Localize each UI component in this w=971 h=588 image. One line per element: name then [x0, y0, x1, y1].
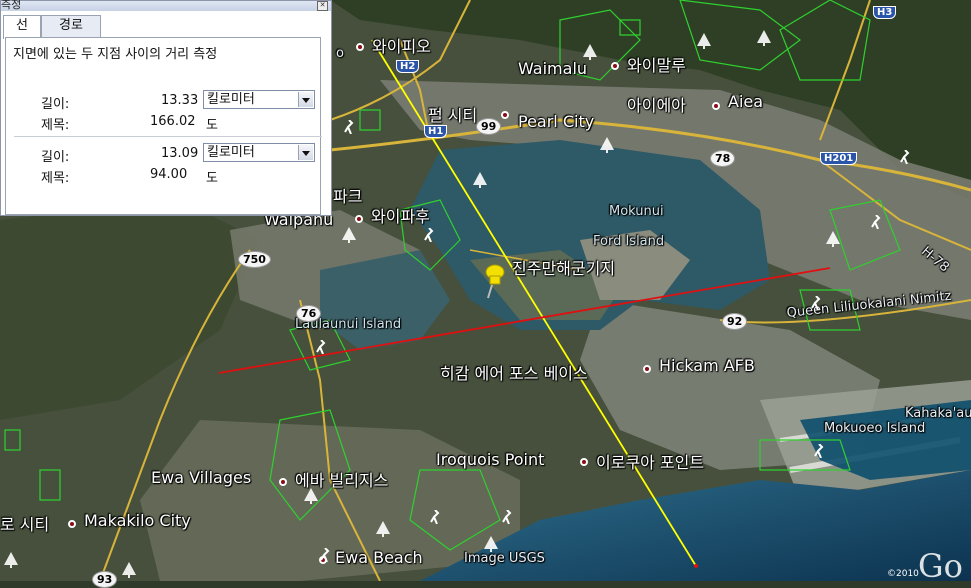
place-label-hickam-en: Hickam AFB	[659, 356, 755, 375]
place-marker[interactable]	[611, 62, 619, 70]
place-label-aiea-ko: 아이에아	[627, 96, 686, 115]
close-icon[interactable]: ✕	[317, 1, 328, 11]
hiker-icon[interactable]	[871, 215, 881, 229]
place-label-pearl-harbor-base: 진주만해군기지	[512, 259, 616, 278]
place-marker[interactable]	[643, 365, 651, 373]
place-label-ewa-beach: Ewa Beach	[335, 548, 423, 567]
place-label-pearl-city-ko: 펄 시티	[428, 106, 478, 125]
unit-select-value: 킬로미터	[207, 92, 255, 107]
tab-content: 지면에 있는 두 지점 사이의 거리 측정 길이: 13.33 킬로미터 제목:…	[5, 37, 322, 215]
divider	[14, 136, 322, 137]
hiker-icon[interactable]	[344, 120, 354, 134]
park-tree-icon[interactable]	[583, 44, 597, 60]
panel-titlebar[interactable]: 측정 ✕	[1, 0, 331, 11]
place-label-kahakaau: Kahaka'au	[905, 406, 971, 421]
hiker-icon[interactable]	[430, 510, 440, 524]
place-label-ewa-villages-en: Ewa Villages	[151, 468, 252, 487]
road-shield-h3: H3	[873, 6, 897, 19]
place-marker[interactable]	[68, 520, 76, 528]
heading-unit: 도	[206, 118, 218, 133]
place-label-city-ko: 로 시티	[0, 515, 50, 534]
place-marker[interactable]	[356, 43, 364, 51]
place-label-hickam-ko: 히캄 에어 포스 베이스	[440, 364, 588, 383]
length-label: 길이:	[41, 97, 70, 112]
length-label: 길이:	[41, 150, 70, 165]
heading-value: 94.00	[150, 167, 188, 182]
heading-value: 166.02	[150, 114, 196, 129]
description-text: 지면에 있는 두 지점 사이의 거리 측정	[13, 47, 218, 62]
unit-select[interactable]: 킬로미터	[203, 143, 315, 162]
place-marker[interactable]	[501, 111, 509, 119]
place-marker[interactable]	[279, 478, 287, 486]
hiker-icon[interactable]	[316, 340, 326, 354]
hiker-icon[interactable]	[320, 548, 330, 562]
heading-unit: 도	[206, 171, 218, 186]
chevron-down-icon[interactable]	[298, 145, 313, 160]
place-label-waipio: 와이피오	[372, 37, 431, 56]
park-tree-icon[interactable]	[600, 137, 614, 153]
unit-select-value: 킬로미터	[207, 145, 255, 160]
park-tree-icon[interactable]	[304, 488, 318, 504]
park-tree-icon[interactable]	[757, 30, 771, 46]
place-label-waimalu-en: Waimalu	[518, 59, 588, 78]
place-label-pearl-city-en: Pearl City	[518, 112, 595, 131]
google-logo: Go	[918, 547, 963, 585]
park-tree-icon[interactable]	[697, 33, 711, 49]
place-label-o: o	[336, 46, 344, 61]
park-tree-icon[interactable]	[376, 521, 390, 537]
place-label-ford-island: Ford Island	[593, 234, 665, 249]
panel-title: 측정	[1, 0, 22, 11]
heading-label: 제목:	[41, 118, 70, 133]
tab-path[interactable]: 경로	[41, 15, 101, 37]
place-label-waimalu-ko: 와이말루	[627, 56, 686, 75]
place-label-park: 파크	[333, 187, 363, 206]
place-label-makakilo-city: Makakilo City	[84, 511, 191, 530]
park-tree-icon[interactable]	[826, 231, 840, 247]
hiker-icon[interactable]	[424, 228, 434, 242]
route-marker-93: 93	[92, 571, 118, 588]
place-label-mokunui: Mokunui	[609, 204, 664, 219]
imagery-credit: Image USGS	[464, 551, 545, 566]
place-label-aiea-en: Aiea	[728, 92, 764, 111]
ruler-panel: 측정 ✕ 선 경로 지면에 있는 두 지점 사이의 거리 측정 길이: 13.3…	[0, 0, 332, 216]
place-marker[interactable]	[580, 458, 588, 466]
road-shield-h1: H1	[424, 125, 448, 138]
copyright-text: ©2010	[887, 569, 919, 579]
place-label-iroquois-en: Iroquois Point	[436, 450, 545, 469]
route-marker-750: 750	[238, 251, 271, 268]
hiker-icon[interactable]	[811, 296, 821, 310]
park-tree-icon[interactable]	[342, 227, 356, 243]
park-tree-icon[interactable]	[4, 552, 18, 568]
park-tree-icon[interactable]	[122, 562, 136, 578]
place-label-mokuoeo-island: Mokuoeo Island	[824, 421, 926, 436]
tab-line[interactable]: 선	[3, 15, 41, 39]
place-marker[interactable]	[355, 215, 363, 223]
hiker-icon[interactable]	[814, 444, 824, 458]
road-shield-h201: H201	[820, 152, 858, 165]
hiker-icon[interactable]	[900, 150, 910, 164]
length-value: 13.09	[161, 146, 199, 161]
hiker-icon[interactable]	[502, 510, 512, 524]
place-marker[interactable]	[712, 102, 720, 110]
chevron-down-icon[interactable]	[298, 92, 313, 107]
park-tree-icon[interactable]	[484, 536, 498, 552]
heading-label: 제목:	[41, 171, 70, 186]
road-shield-h2: H2	[396, 60, 420, 73]
place-label-iroquois-ko: 이로쿠아 포인트	[596, 453, 705, 472]
length-value: 13.33	[161, 93, 199, 108]
place-label-waipahu-ko: 와이파후	[371, 207, 430, 226]
unit-select[interactable]: 킬로미터	[203, 90, 315, 109]
park-tree-icon[interactable]	[473, 172, 487, 188]
